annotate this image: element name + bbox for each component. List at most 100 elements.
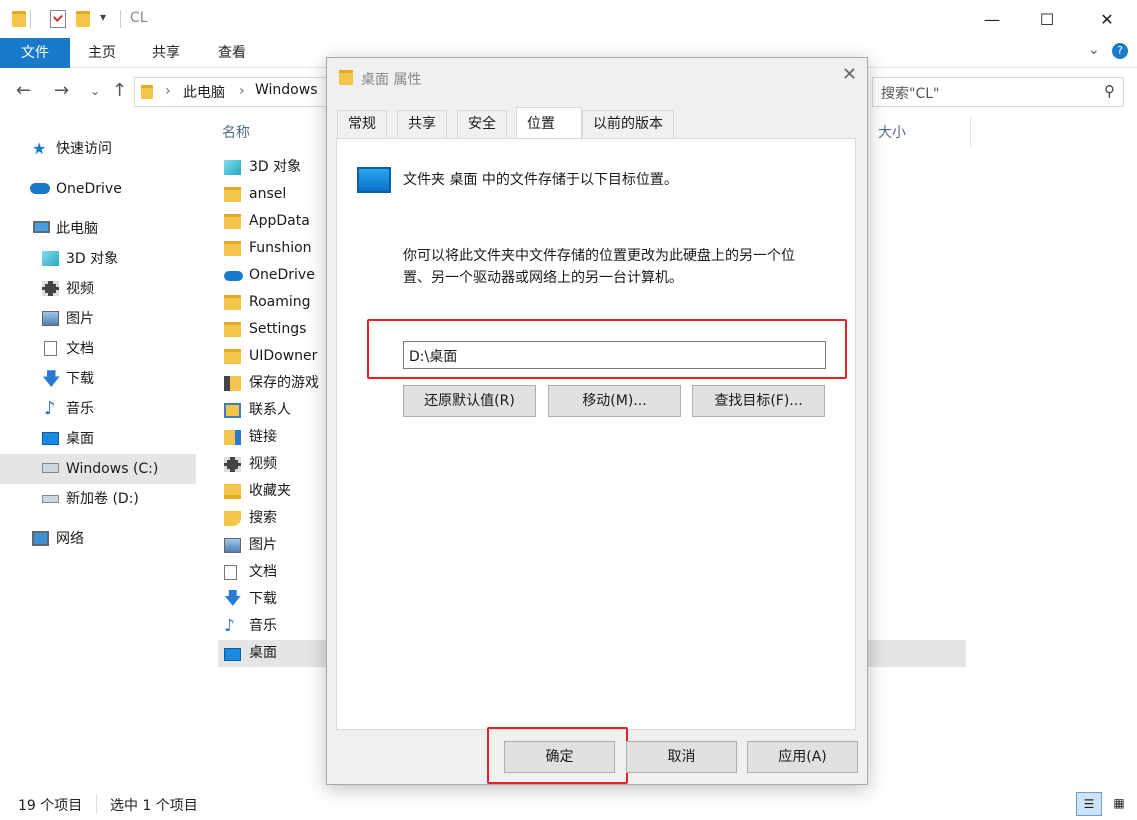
address-bar[interactable]: › 此电脑 › Windows	[134, 77, 330, 107]
apply-button[interactable]: 应用(A)	[747, 741, 858, 773]
search-input[interactable]: 搜索"CL" ⚲	[872, 77, 1124, 107]
tab-file[interactable]: 文件	[0, 38, 70, 68]
chevron-right-icon: ›	[239, 83, 245, 99]
large-icons-view-icon[interactable]: ▦	[1106, 792, 1132, 816]
tab-share[interactable]: 共享	[152, 38, 180, 68]
sidebar-item-windows-c[interactable]: Windows (C:)	[0, 454, 196, 484]
file-name: 视频	[249, 456, 277, 472]
window-title: CL	[130, 10, 148, 26]
file-name: AppData	[249, 213, 310, 229]
desktop-icon	[42, 432, 59, 445]
forward-icon[interactable]: →	[54, 80, 69, 101]
favorites-icon	[224, 484, 241, 499]
search-icon: ⚲	[1104, 82, 1115, 100]
picture-icon	[42, 311, 59, 326]
video-icon	[224, 457, 241, 472]
tab-sharing[interactable]: 共享	[397, 110, 447, 138]
drive-icon	[42, 463, 59, 473]
dialog-close-icon[interactable]: ✕	[842, 64, 857, 85]
file-name: OneDrive	[249, 267, 315, 283]
minimize-button[interactable]: —	[969, 0, 1015, 38]
sidebar-item-3d-objects[interactable]: 3D 对象	[0, 244, 196, 274]
video-icon	[42, 281, 59, 296]
expand-ribbon-icon[interactable]: ⌄	[1088, 42, 1100, 58]
location-path-input[interactable]: D:\桌面	[403, 341, 826, 369]
back-icon[interactable]: ←	[16, 80, 31, 101]
item-count: 19 个项目	[18, 798, 83, 814]
sidebar-item-music[interactable]: ♪ 音乐	[0, 394, 196, 424]
sidebar-item-quick-access[interactable]: ★ 快速访问	[0, 134, 196, 164]
restore-default-button[interactable]: 还原默认值(R)	[403, 385, 536, 417]
sidebar-item-this-pc[interactable]: 此电脑	[0, 214, 196, 244]
location-description-line1: 你可以将此文件夹中文件存储的位置更改为此硬盘上的另一个位	[403, 248, 795, 264]
search-folder-icon	[224, 511, 241, 526]
tab-location[interactable]: 位置	[516, 107, 582, 139]
folder-icon	[224, 295, 241, 310]
sidebar-item-new-volume-d[interactable]: 新加卷 (D:)	[0, 484, 196, 514]
file-name: 3D 对象	[249, 159, 302, 175]
folder-icon	[141, 85, 153, 99]
folder-icon	[224, 349, 241, 364]
document-icon	[44, 341, 57, 356]
file-name: 收藏夹	[249, 483, 291, 499]
divider	[30, 10, 31, 28]
chevron-right-icon: ›	[165, 83, 171, 99]
desktop-icon	[224, 648, 241, 661]
up-icon[interactable]: ↑	[112, 80, 127, 101]
breadcrumb-this-pc[interactable]: 此电脑	[183, 82, 225, 102]
sidebar-item-pictures[interactable]: 图片	[0, 304, 196, 334]
link-icon	[224, 430, 241, 445]
folder-icon	[224, 214, 241, 229]
close-button[interactable]: ✕	[1084, 0, 1130, 38]
sidebar-item-documents[interactable]: 文档	[0, 334, 196, 364]
star-icon: ★	[32, 139, 47, 158]
customize-toolbar-icon[interactable]: ▾	[100, 10, 106, 24]
computer-icon	[33, 221, 50, 233]
contacts-icon	[224, 403, 241, 418]
column-header-name[interactable]: 名称	[222, 122, 250, 142]
maximize-button[interactable]: ☐	[1024, 0, 1070, 38]
tab-security[interactable]: 安全	[457, 110, 507, 138]
move-button[interactable]: 移动(M)...	[548, 385, 681, 417]
sidebar-item-videos[interactable]: 视频	[0, 274, 196, 304]
cloud-icon	[30, 183, 50, 194]
cube-icon	[224, 160, 241, 175]
file-name: 图片	[249, 537, 277, 553]
sidebar-item-downloads[interactable]: 🡇 下载	[0, 364, 196, 394]
selection-count: 选中 1 个项目	[110, 798, 198, 814]
tab-general[interactable]: 常规	[337, 110, 387, 138]
details-view-icon[interactable]: ☰	[1076, 792, 1102, 816]
folder-icon	[12, 11, 26, 27]
file-name: Settings	[249, 321, 307, 337]
navigation-pane: ★ 快速访问 OneDrive 此电脑 3D 对象 视频 图片 文档 🡇 下载 …	[0, 128, 200, 788]
drive-icon	[42, 495, 59, 503]
desktop-icon	[357, 167, 391, 193]
file-name: 桌面	[249, 645, 277, 661]
ok-button[interactable]: 确定	[504, 741, 615, 773]
cancel-button[interactable]: 取消	[626, 741, 737, 773]
find-target-button[interactable]: 查找目标(F)...	[692, 385, 825, 417]
breadcrumb-windows[interactable]: Windows	[255, 82, 318, 98]
sidebar-item-onedrive[interactable]: OneDrive	[0, 174, 196, 204]
help-icon[interactable]: ?	[1112, 43, 1128, 59]
music-icon: ♪	[224, 616, 235, 636]
file-name: 搜索	[249, 510, 277, 526]
network-icon	[32, 531, 49, 546]
tab-view[interactable]: 查看	[218, 38, 246, 68]
column-header-size[interactable]: 大小	[878, 122, 906, 142]
status-bar: 19 个项目 选中 1 个项目 ☰ ▦	[0, 790, 1137, 820]
recent-locations-icon[interactable]: ⌄	[90, 84, 100, 98]
new-folder-icon[interactable]	[76, 11, 90, 27]
music-icon: ♪	[44, 398, 56, 419]
file-name: 音乐	[249, 618, 277, 634]
sidebar-item-desktop[interactable]: 桌面	[0, 424, 196, 454]
file-name: 下载	[249, 591, 277, 607]
picture-icon	[224, 538, 241, 553]
tab-previous-versions[interactable]: 以前的版本	[582, 110, 674, 138]
location-description-line2: 置、另一个驱动器或网络上的另一台计算机。	[403, 270, 683, 286]
sidebar-item-network[interactable]: 网络	[0, 524, 196, 554]
properties-dialog: 桌面 属性 ✕ 常规 共享 安全 位置 以前的版本 文件夹 桌面 中的文件存储于…	[326, 57, 868, 785]
tab-home[interactable]: 主页	[88, 38, 116, 68]
properties-icon[interactable]	[50, 10, 66, 28]
file-name: UIDowner	[249, 348, 318, 364]
